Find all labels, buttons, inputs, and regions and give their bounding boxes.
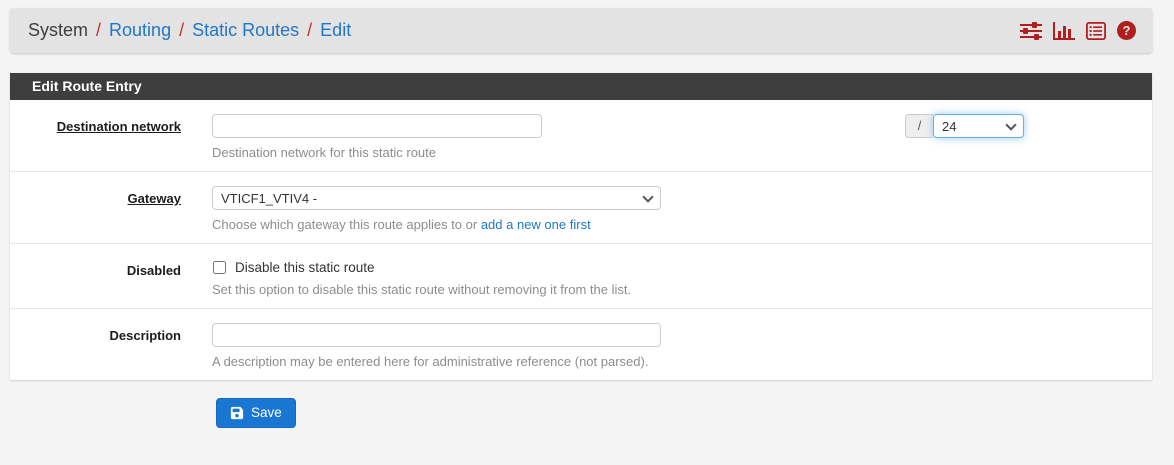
panel-title: Edit Route Entry — [10, 73, 1152, 100]
breadcrumb-item-static-routes[interactable]: Static Routes — [192, 20, 299, 41]
gateway-help-text: Choose which gateway this route applies … — [212, 217, 481, 232]
form-row-disabled: Disabled Disable this static route Set t… — [10, 244, 1152, 309]
subnet-mask-group: / 24 — [905, 114, 1024, 138]
gateway-select[interactable]: VTICF1_VTIV4 - — [212, 186, 661, 210]
header-icon-group: ? — [1020, 21, 1136, 40]
form-row-description: Description A description may be entered… — [10, 309, 1152, 380]
save-row: Save — [10, 398, 1152, 428]
disabled-label: Disabled — [10, 258, 181, 297]
gateway-select-wrap: VTICF1_VTIV4 - — [212, 186, 661, 210]
breadcrumb-item-edit[interactable]: Edit — [320, 20, 351, 41]
destination-network-input[interactable] — [212, 114, 542, 138]
help-icon[interactable]: ? — [1117, 21, 1136, 40]
add-gateway-link[interactable]: add a new one first — [481, 217, 591, 232]
panel-body: Destination network / 24 — [10, 100, 1152, 380]
form-row-gateway: Gateway VTICF1_VTIV4 - Choose which gate… — [10, 172, 1152, 244]
subnet-mask-select[interactable]: 24 — [933, 114, 1024, 138]
save-floppy-icon — [230, 406, 244, 420]
breadcrumb-item-system: System — [28, 20, 88, 41]
description-label: Description — [10, 323, 181, 369]
description-help: A description may be entered here for ad… — [212, 354, 1152, 369]
page-container: System / Routing / Static Routes / Edit — [10, 8, 1152, 428]
breadcrumb: System / Routing / Static Routes / Edit — [10, 8, 1152, 53]
breadcrumb-separator: / — [96, 20, 101, 41]
gateway-help: Choose which gateway this route applies … — [212, 217, 1152, 232]
list-icon[interactable] — [1086, 22, 1106, 40]
save-button[interactable]: Save — [216, 398, 296, 428]
mask-prefix-addon: / — [905, 114, 933, 138]
breadcrumb-separator: / — [307, 20, 312, 41]
breadcrumb-separator: / — [179, 20, 184, 41]
destination-network-label: Destination network — [10, 114, 181, 160]
breadcrumb-items: System / Routing / Static Routes / Edit — [28, 20, 351, 41]
gateway-label: Gateway — [10, 186, 181, 232]
form-row-destination-network: Destination network / 24 — [10, 100, 1152, 172]
disable-route-checkbox[interactable] — [213, 261, 226, 274]
destination-network-help: Destination network for this static rout… — [212, 145, 1152, 160]
bar-chart-icon[interactable] — [1053, 22, 1075, 40]
disable-route-checkbox-label: Disable this static route — [235, 260, 375, 275]
svg-text:?: ? — [1123, 23, 1131, 38]
save-button-label: Save — [251, 405, 282, 420]
sliders-icon[interactable] — [1020, 22, 1042, 40]
subnet-mask-select-wrap: 24 — [933, 114, 1024, 138]
edit-route-entry-panel: Edit Route Entry Destination network / 2… — [10, 73, 1152, 380]
description-input[interactable] — [212, 323, 661, 347]
disabled-help: Set this option to disable this static r… — [212, 282, 1152, 297]
breadcrumb-item-routing[interactable]: Routing — [109, 20, 171, 41]
